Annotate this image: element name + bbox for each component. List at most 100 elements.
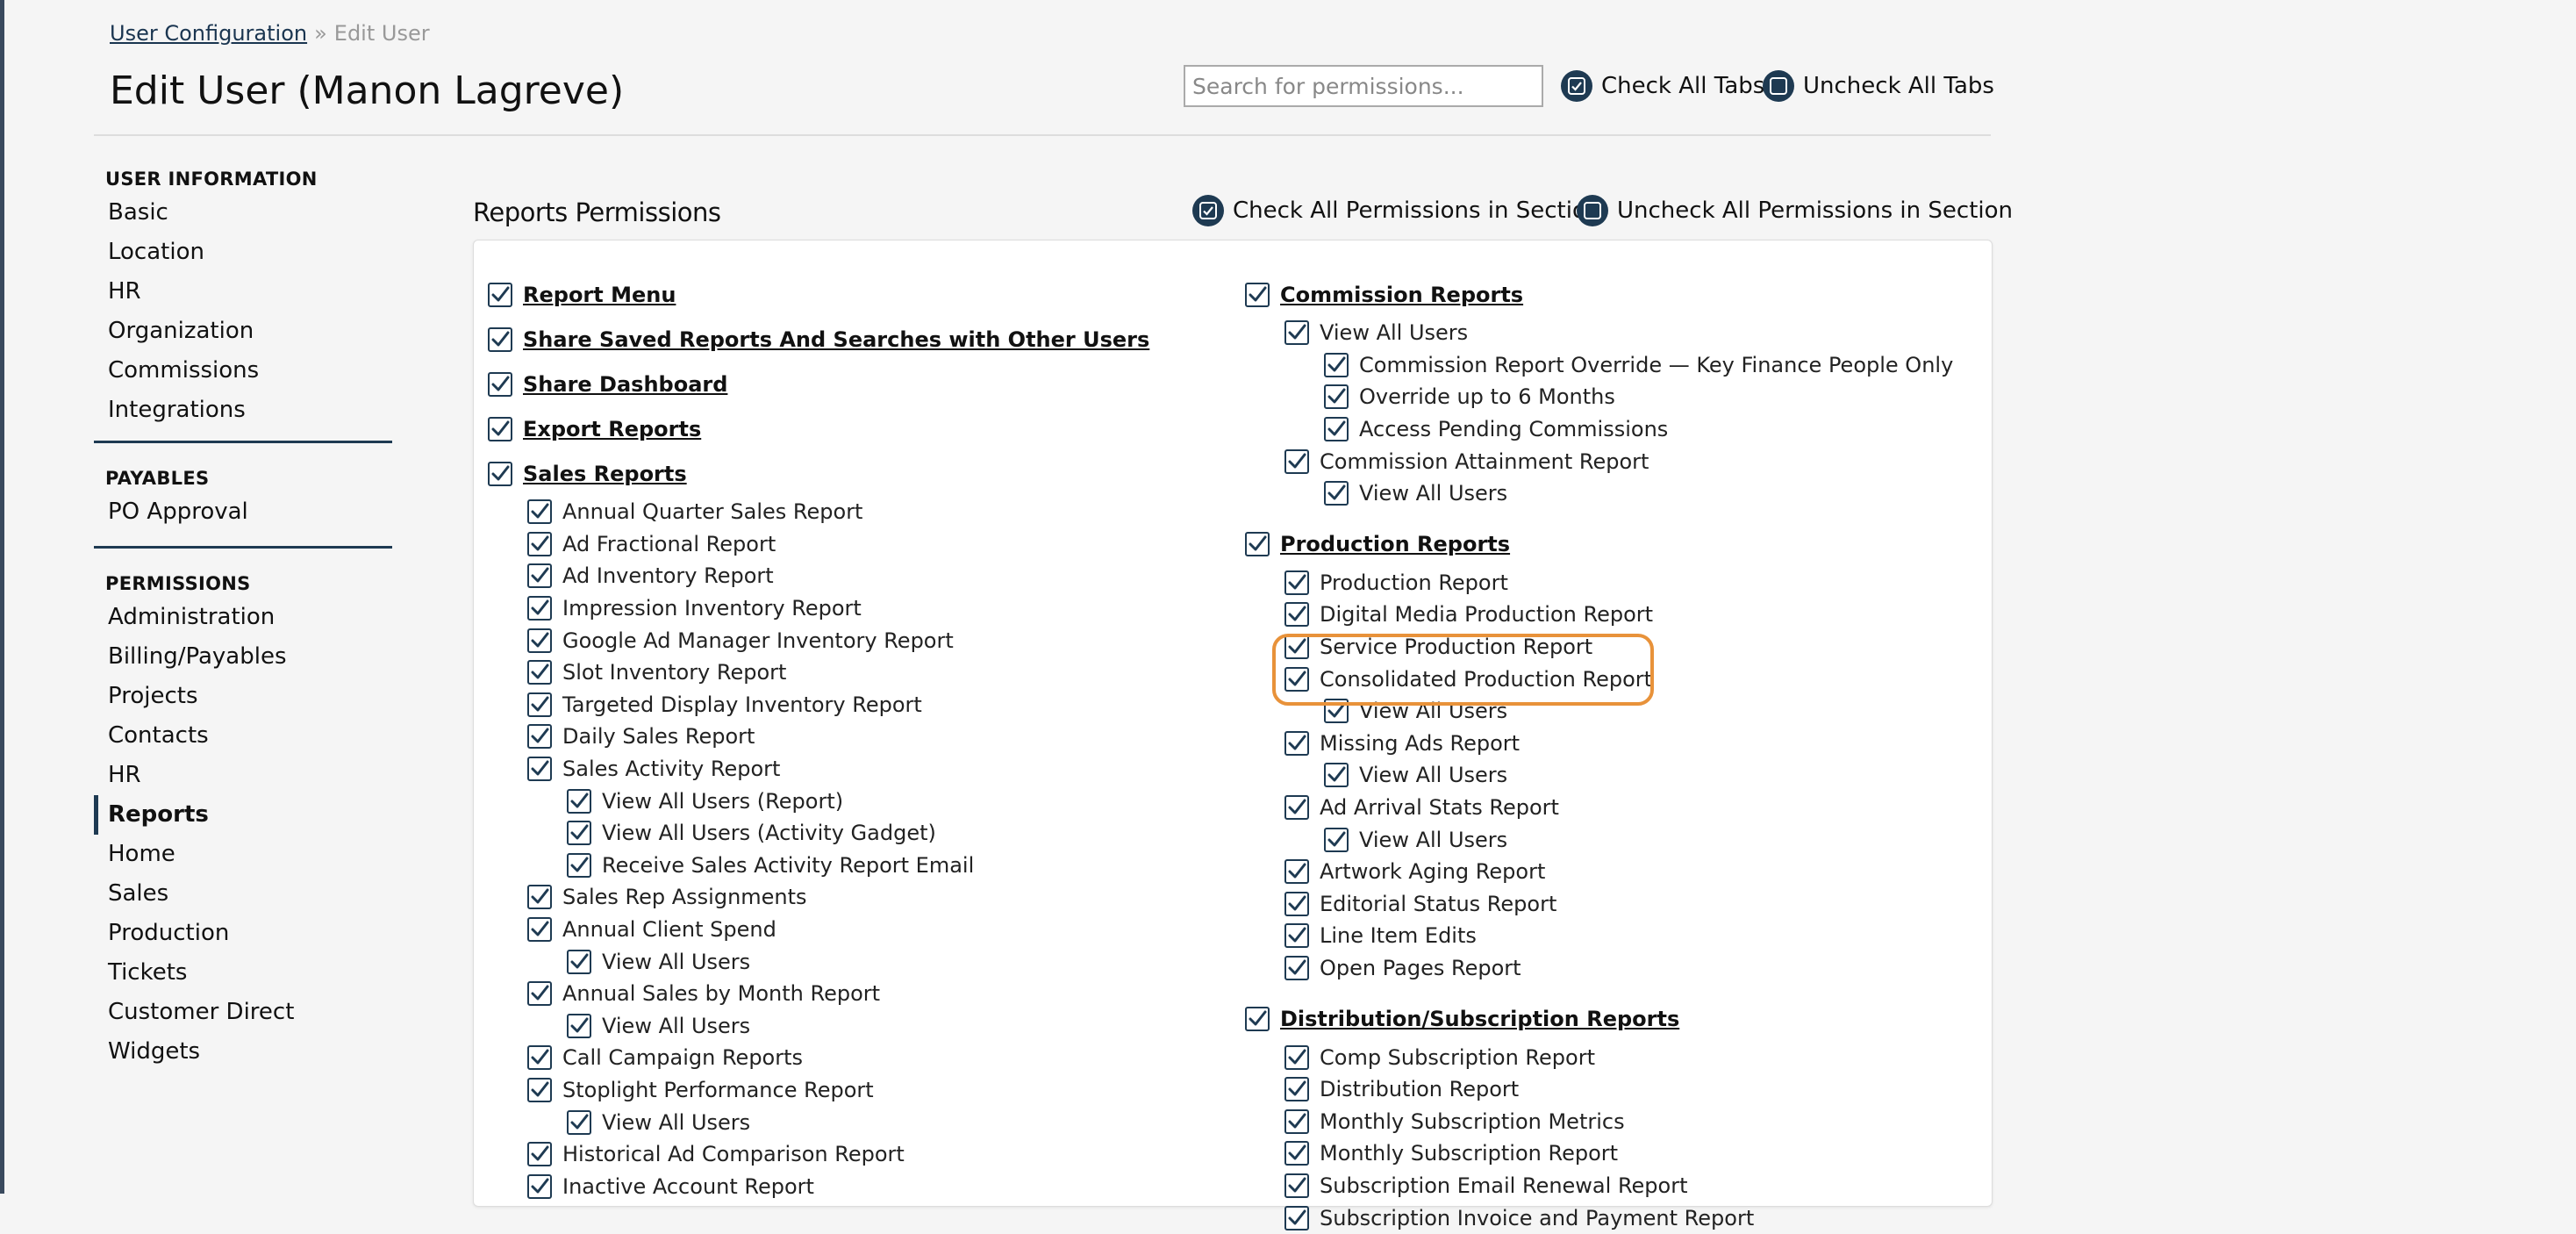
permission-row-comp-subscription-report[interactable]: Comp Subscription Report [1245, 1041, 1953, 1073]
permission-row-slot-inventory-report[interactable]: Slot Inventory Report [488, 656, 1149, 689]
permission-checkbox[interactable] [567, 821, 591, 846]
permission-row-inactive-account-report[interactable]: Inactive Account Report [488, 1170, 1149, 1202]
sidebar-item-organization[interactable]: Organization [94, 312, 392, 351]
sidebar-item-commissions[interactable]: Commissions [94, 351, 392, 391]
permission-checkbox[interactable] [1284, 1205, 1309, 1230]
permission-checkbox[interactable] [567, 1013, 591, 1038]
permission-row-stoplight-performance-report[interactable]: Stoplight Performance Report [488, 1074, 1149, 1107]
breadcrumb-link-user-configuration[interactable]: User Configuration [110, 21, 307, 46]
permission-checkbox[interactable] [567, 788, 591, 814]
permission-checkbox[interactable] [1284, 448, 1309, 474]
permission-row-annual-client-spend[interactable]: Annual Client Spend [488, 914, 1149, 946]
permission-row-ad-fractional-report[interactable]: Ad Fractional Report [488, 528, 1149, 561]
permission-row-view-all-users[interactable]: View All Users [1245, 477, 1953, 510]
permission-row-ad-inventory-report[interactable]: Ad Inventory Report [488, 560, 1149, 592]
permission-row-impression-inventory-report[interactable]: Impression Inventory Report [488, 592, 1149, 625]
permission-checkbox[interactable] [1324, 384, 1349, 410]
permission-checkbox[interactable] [527, 531, 552, 556]
permission-row-open-pages-report[interactable]: Open Pages Report [1245, 952, 1953, 985]
sidebar-item-po-approval[interactable]: PO Approval [94, 492, 392, 532]
sidebar-item-location[interactable]: Location [94, 233, 392, 272]
permission-row-subscription-invoice-and-payment-report[interactable]: Subscription Invoice and Payment Report [1245, 1202, 1953, 1234]
permission-checkbox[interactable] [527, 660, 552, 685]
permission-row-annual-sales-by-month-report[interactable]: Annual Sales by Month Report [488, 978, 1149, 1010]
permission-row-subscription-email-renewal-report[interactable]: Subscription Email Renewal Report [1245, 1170, 1953, 1202]
permission-checkbox[interactable] [488, 416, 512, 441]
permission-row-line-item-edits[interactable]: Line Item Edits [1245, 920, 1953, 952]
permission-row-report-menu[interactable]: Report Menu [488, 272, 1149, 317]
permission-checkbox[interactable] [1324, 763, 1349, 788]
permission-row-missing-ads-report[interactable]: Missing Ads Report [1245, 728, 1953, 760]
permission-row-commission-attainment-report[interactable]: Commission Attainment Report [1245, 445, 1953, 477]
permission-row-call-campaign-reports[interactable]: Call Campaign Reports [488, 1042, 1149, 1074]
uncheck-all-section-button[interactable]: Uncheck All Permissions in Section [1577, 195, 2013, 226]
permission-row-commission-reports[interactable]: Commission Reports [1245, 272, 1953, 317]
permission-checkbox[interactable] [1284, 666, 1309, 692]
permission-checkbox[interactable] [1284, 1108, 1309, 1134]
permission-row-view-all-users[interactable]: View All Users [1245, 317, 1953, 349]
permission-row-artwork-aging-report[interactable]: Artwork Aging Report [1245, 856, 1953, 888]
permission-checkbox[interactable] [527, 757, 552, 782]
sidebar-item-administration[interactable]: Administration [94, 598, 392, 637]
permission-checkbox[interactable] [527, 628, 552, 653]
permission-row-view-all-users[interactable]: View All Users [1245, 759, 1953, 792]
permission-row-view-all-users-activity-gadget[interactable]: View All Users (Activity Gadget) [488, 817, 1149, 850]
permission-row-sales-rep-assignments[interactable]: Sales Rep Assignments [488, 881, 1149, 914]
permission-checkbox[interactable] [488, 461, 512, 486]
permission-row-view-all-users[interactable]: View All Users [488, 1106, 1149, 1138]
permission-row-digital-media-production-report[interactable]: Digital Media Production Report [1245, 599, 1953, 631]
permission-row-distribution-report[interactable]: Distribution Report [1245, 1073, 1953, 1106]
permission-checkbox[interactable] [1324, 481, 1349, 506]
permission-row-override-up-to-6-months[interactable]: Override up to 6 Months [1245, 381, 1953, 413]
check-all-tabs-button[interactable]: Check All Tabs [1561, 70, 1764, 102]
permission-row-production-report[interactable]: Production Report [1245, 567, 1953, 599]
permission-checkbox[interactable] [1284, 923, 1309, 949]
permission-checkbox[interactable] [567, 852, 591, 878]
permission-checkbox[interactable] [1245, 282, 1270, 307]
permission-row-view-all-users[interactable]: View All Users [488, 945, 1149, 978]
permission-checkbox[interactable] [1284, 795, 1309, 821]
permission-row-commission-report-override-key-finance-people-only[interactable]: Commission Report Override — Key Finance… [1245, 349, 1953, 382]
permission-checkbox[interactable] [527, 596, 552, 621]
permission-checkbox[interactable] [1284, 955, 1309, 980]
permission-checkbox[interactable] [1284, 635, 1309, 660]
sidebar-item-hr-permissions[interactable]: HR [94, 756, 392, 795]
permission-row-share-dashboard[interactable]: Share Dashboard [488, 362, 1149, 406]
permission-checkbox[interactable] [567, 949, 591, 974]
permission-checkbox[interactable] [527, 1142, 552, 1167]
permission-checkbox[interactable] [1284, 730, 1309, 756]
sidebar-item-production[interactable]: Production [94, 914, 392, 953]
permission-checkbox[interactable] [1284, 602, 1309, 628]
permission-checkbox[interactable] [488, 326, 512, 352]
permission-row-share-saved-reports-and-searches-with-other-users[interactable]: Share Saved Reports And Searches with Ot… [488, 317, 1149, 362]
permission-checkbox[interactable] [1324, 417, 1349, 442]
permission-row-sales-activity-report[interactable]: Sales Activity Report [488, 753, 1149, 786]
permission-row-export-reports[interactable]: Export Reports [488, 406, 1149, 451]
permission-row-monthly-subscription-report[interactable]: Monthly Subscription Report [1245, 1137, 1953, 1170]
permission-checkbox[interactable] [527, 885, 552, 910]
permission-row-ad-arrival-stats-report[interactable]: Ad Arrival Stats Report [1245, 792, 1953, 824]
permission-row-google-ad-manager-inventory-report[interactable]: Google Ad Manager Inventory Report [488, 624, 1149, 656]
permission-checkbox[interactable] [527, 692, 552, 717]
sidebar-item-tickets[interactable]: Tickets [94, 953, 392, 993]
uncheck-all-tabs-button[interactable]: Uncheck All Tabs [1763, 70, 1994, 102]
permission-row-access-pending-commissions[interactable]: Access Pending Commissions [1245, 413, 1953, 446]
permission-checkbox[interactable] [1284, 1044, 1309, 1070]
permission-row-view-all-users[interactable]: View All Users [1245, 695, 1953, 728]
sidebar-item-basic[interactable]: Basic [94, 193, 392, 233]
sidebar-item-billing-payables[interactable]: Billing/Payables [94, 637, 392, 677]
sidebar-item-hr[interactable]: HR [94, 272, 392, 312]
sidebar-item-sales[interactable]: Sales [94, 874, 392, 914]
permission-checkbox[interactable] [1245, 1006, 1270, 1031]
sidebar-item-reports[interactable]: Reports [94, 795, 392, 835]
permission-row-distribution-subscription-reports[interactable]: Distribution/Subscription Reports [1245, 996, 1953, 1041]
permission-checkbox[interactable] [1284, 570, 1309, 595]
permission-row-production-reports[interactable]: Production Reports [1245, 522, 1953, 567]
permission-checkbox[interactable] [1284, 1173, 1309, 1198]
permission-row-historical-ad-comparison-report[interactable]: Historical Ad Comparison Report [488, 1138, 1149, 1171]
sidebar-item-projects[interactable]: Projects [94, 677, 392, 716]
permission-checkbox[interactable] [1324, 352, 1349, 377]
permission-row-monthly-subscription-metrics[interactable]: Monthly Subscription Metrics [1245, 1105, 1953, 1137]
permission-checkbox[interactable] [1284, 320, 1309, 346]
permission-row-annual-quarter-sales-report[interactable]: Annual Quarter Sales Report [488, 496, 1149, 528]
